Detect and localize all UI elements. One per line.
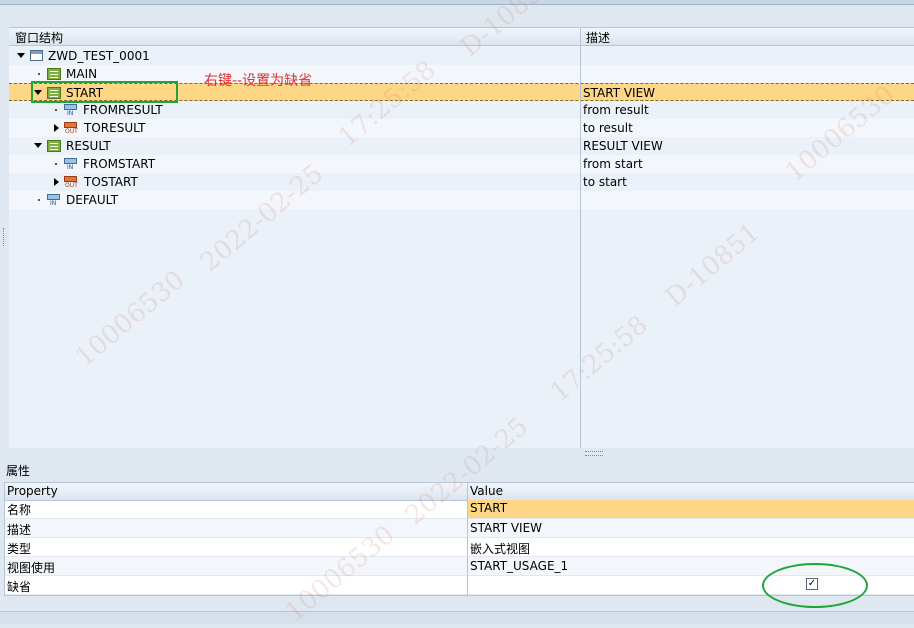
value-highlight: [468, 500, 914, 518]
highlight-ellipse: [762, 563, 868, 608]
tree-node-description: to result: [583, 121, 633, 135]
inbound-plug-icon: IN: [46, 193, 62, 207]
properties-title: 属性: [6, 464, 31, 478]
left-resize-handle[interactable]: [3, 228, 6, 246]
tree-node-description: from result: [583, 103, 649, 117]
tree-node-label: TOSTART: [84, 175, 138, 189]
splitter-grip[interactable]: [585, 451, 603, 456]
tree-node-label: RESULT: [66, 139, 111, 153]
collapse-icon[interactable]: [17, 53, 25, 58]
tree-row-tostart[interactable]: OUT TOSTART to start: [9, 173, 914, 191]
window-icon: [30, 50, 43, 61]
view-icon: [47, 140, 61, 152]
outbound-plug-icon: OUT: [63, 175, 79, 189]
tab-strip: [0, 0, 914, 5]
prop-label: 描述: [7, 523, 32, 537]
panel-splitter[interactable]: [0, 448, 914, 458]
column-divider[interactable]: [580, 28, 581, 448]
tree-node-description: to start: [583, 175, 627, 189]
inbound-plug-icon: IN: [63, 157, 79, 171]
tree-node-label: ZWD_TEST_0001: [48, 49, 150, 63]
prop-label: 名称: [7, 503, 32, 517]
header-structure: 窗口结构: [15, 31, 64, 45]
tree-node-label: MAIN: [66, 67, 98, 81]
prop-value[interactable]: START VIEW: [470, 521, 542, 535]
status-bar: [0, 611, 914, 624]
properties-header: Property Value: [5, 483, 914, 501]
prop-label: 类型: [7, 542, 32, 556]
prop-row-name[interactable]: 名称 START: [5, 500, 914, 519]
tree-row-toresult[interactable]: OUT TORESULT to result: [9, 119, 914, 137]
tree-node-description: RESULT VIEW: [583, 139, 663, 153]
tree-header: 窗口结构 描述: [9, 28, 914, 46]
prop-value: 嵌入式视图: [470, 542, 531, 556]
highlight-box: [31, 81, 178, 103]
col-property: Property: [7, 484, 58, 498]
tree-row-default[interactable]: IN DEFAULT: [9, 191, 914, 209]
view-icon: [47, 68, 61, 80]
tree-row-fromresult[interactable]: IN FROMRESULT from result: [9, 101, 914, 119]
leaf-dot-icon: [55, 163, 57, 165]
tree-node-description: START VIEW: [583, 86, 656, 100]
expand-icon[interactable]: [54, 178, 59, 186]
header-description: 描述: [586, 31, 611, 45]
col-value: Value: [470, 484, 503, 498]
outbound-plug-icon: OUT: [63, 121, 79, 135]
tree-row-result[interactable]: RESULT RESULT VIEW: [9, 137, 914, 155]
tree-node-label: FROMRESULT: [83, 103, 163, 117]
leaf-dot-icon: [38, 199, 40, 201]
tree-row-window[interactable]: ZWD_TEST_0001: [9, 47, 914, 65]
tree-node-description: from start: [583, 157, 643, 171]
prop-value[interactable]: START: [470, 501, 507, 515]
leaf-dot-icon: [55, 109, 57, 111]
expand-icon[interactable]: [54, 124, 59, 132]
prop-row-type[interactable]: 类型 嵌入式视图: [5, 538, 914, 557]
prop-label: 缺省: [7, 580, 32, 594]
prop-label: 视图使用: [7, 561, 56, 575]
inbound-plug-icon: IN: [63, 103, 79, 117]
prop-value[interactable]: START_USAGE_1: [470, 559, 568, 573]
collapse-icon[interactable]: [34, 143, 42, 148]
leaf-dot-icon: [38, 73, 40, 75]
tree-node-label: DEFAULT: [66, 193, 118, 207]
tree-row-fromstart[interactable]: IN FROMSTART from start: [9, 155, 914, 173]
tree-node-label: TORESULT: [84, 121, 146, 135]
tree-node-label: FROMSTART: [83, 157, 156, 171]
prop-row-description[interactable]: 描述 START VIEW: [5, 519, 914, 538]
properties-column-divider[interactable]: [467, 483, 468, 597]
annotation-text: 右键--设置为缺省: [204, 73, 313, 89]
